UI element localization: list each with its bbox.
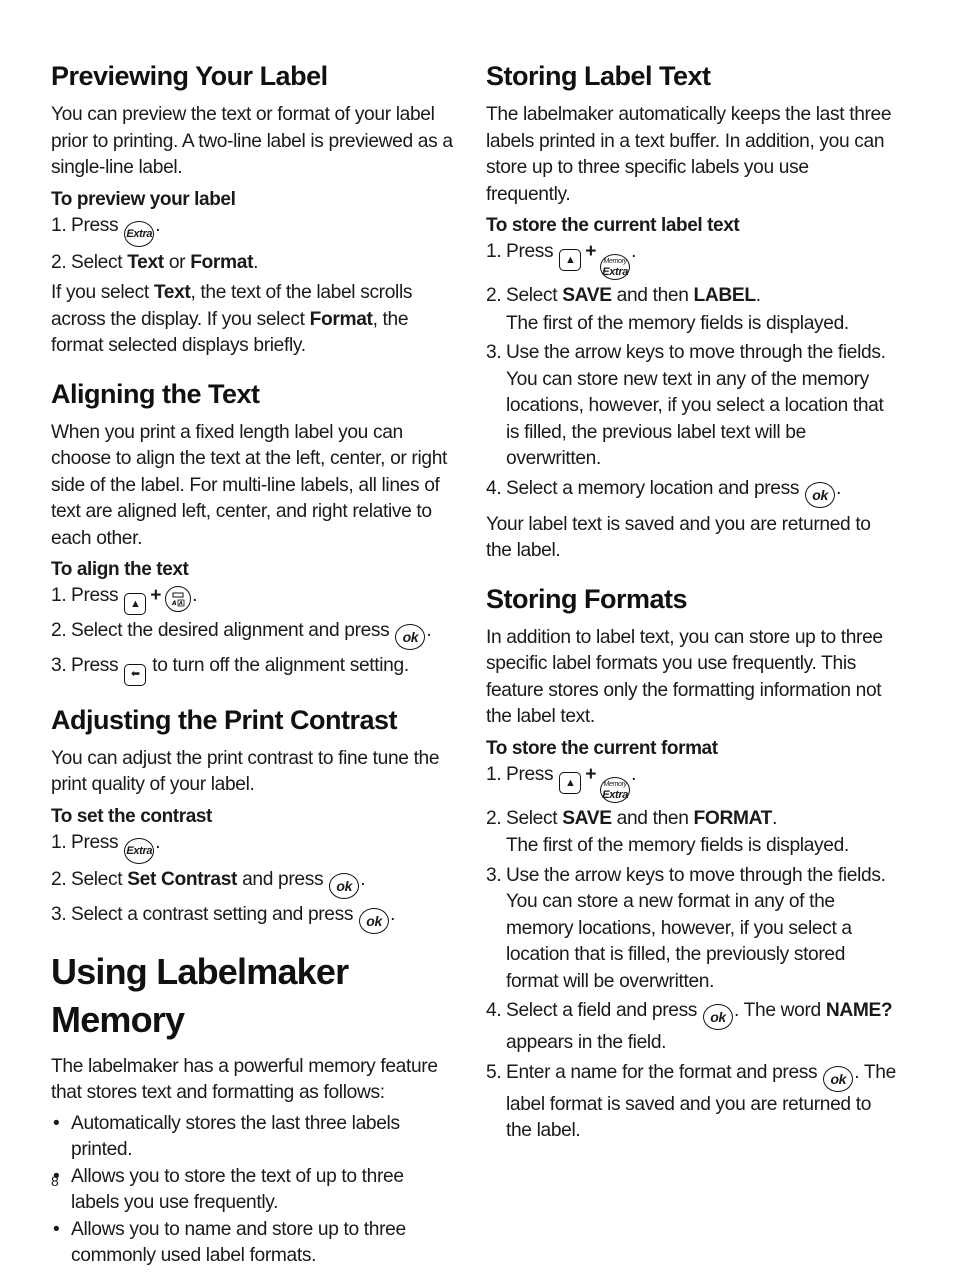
storing-text-intro: The labelmaker automatically keeps the l… — [486, 104, 892, 205]
heading-contrast: Adjusting the Print Contrast — [51, 704, 398, 735]
previewing-subhead: To preview your label — [51, 188, 236, 210]
ok-key-icon: ok — [329, 872, 360, 899]
contrast-steps: 1. Press Extra. 2. Select Set Contrast and… — [51, 830, 456, 934]
step: 4. Select a field and press ok. The word … — [486, 1000, 893, 1053]
memory-extra-key-icon: Memory Extra — [600, 254, 631, 280]
contrast-intro: You can adjust the print contrast to fin… — [51, 747, 440, 796]
step: 5. Enter a name for the format and press … — [486, 1061, 896, 1142]
step: 2. Select Text or Format. — [51, 251, 259, 273]
step: 4. Select a memory location and press ok. — [486, 476, 896, 508]
aligning-steps: 1. Press ▲ + A A. 2. Select the desired align… — [51, 583, 456, 686]
heading-storing-formats: Storing Formats — [486, 583, 688, 614]
previewing-steps: 1. Press Extra. 2. Select Text or Format. — [51, 213, 456, 277]
section-previewing: Previewing Your Label You can preview th… — [51, 56, 456, 360]
previewing-intro: You can preview the text or format of yo… — [51, 104, 453, 178]
step: 2. Select the desired alignment and press… — [51, 618, 456, 651]
page-number: 8 — [51, 1173, 59, 1189]
aligning-intro: When you print a fixed length label you … — [51, 421, 448, 549]
step-note: The first of the memory fields is displa… — [506, 312, 849, 334]
aligning-subhead: To align the text — [51, 559, 189, 580]
step: 3. Use the arrow keys to move through the… — [486, 864, 886, 992]
contrast-subhead: To set the contrast — [51, 805, 212, 827]
extra-key-icon: Extra — [124, 220, 155, 247]
memory-intro: The labelmaker has a powerful memory fea… — [51, 1055, 438, 1104]
up-arrow-key-icon: ▲ — [559, 249, 582, 272]
ok-key-icon: ok — [805, 481, 836, 508]
left-column: Previewing Your Label You can preview th… — [51, 56, 456, 1284]
bullet-item: • Allows you to name and store up to thre… — [53, 1218, 406, 1267]
storing-text-steps: 1. Press ▲ + Memory Extra. 2. Select SAVE and… — [486, 239, 896, 310]
align-key-icon: AA — [165, 586, 192, 612]
bullet-item: • Allows you to store the text of up to t… — [53, 1165, 404, 1214]
svg-text:A: A — [171, 600, 177, 607]
storing-formats-subhead: To store the current format — [486, 737, 718, 759]
ok-key-icon: ok — [703, 1004, 734, 1030]
heading-storing-text: Storing Label Text — [486, 61, 711, 91]
extra-key-icon: Extra — [124, 837, 155, 864]
bullet-item: • Automatically stores the last three lab… — [53, 1112, 400, 1161]
ok-key-icon: ok — [359, 907, 390, 934]
section-storing-formats: Storing Formats In addition to label tex… — [486, 579, 896, 1145]
section-storing-text: Storing Label Text The labelmaker automa… — [486, 56, 896, 565]
step: 1. Press Extra. — [51, 213, 456, 247]
back-arrow-key-icon: ⬅ — [124, 663, 147, 686]
section-memory: Using Labelmaker Memory The labelmaker h… — [51, 948, 456, 1270]
step: 3. Press ⬅ to turn off the alignment sett… — [51, 653, 456, 686]
up-arrow-key-icon: ▲ — [124, 593, 147, 616]
ok-key-icon: ok — [395, 624, 426, 651]
step: 3. Select a contrast setting and press ok… — [51, 902, 456, 934]
step-note: The first of the memory fields is displa… — [506, 835, 849, 856]
heading-aligning: Aligning the Text — [51, 378, 260, 409]
right-column: Storing Label Text The labelmaker automa… — [486, 56, 896, 1159]
step: 1. Press ▲ + Memory Extra. — [486, 763, 637, 803]
storing-formats-intro: In addition to label text, you can store… — [486, 626, 883, 728]
heading-previewing: Previewing Your Label — [51, 61, 328, 91]
heading-memory: Using Labelmaker Memory — [51, 950, 349, 1040]
up-arrow-key-icon: ▲ — [559, 771, 582, 794]
storing-text-subhead: To store the current label text — [486, 215, 740, 236]
memory-extra-key-icon: Memory Extra — [600, 776, 631, 803]
storing-formats-steps: 1. Press ▲ + Memory Extra. 2. Select SAVE and… — [486, 762, 896, 833]
storing-text-outro: Your label text is saved and you are ret… — [486, 513, 871, 562]
previewing-note: If you select Text, the text of the labe… — [51, 282, 413, 356]
svg-text:A: A — [178, 601, 183, 607]
step: 2. Select SAVE and then LABEL. — [486, 285, 761, 306]
section-aligning: Aligning the Text When you print a fixed… — [51, 374, 456, 686]
step: 1. Press ▲ + A A. — [51, 583, 456, 616]
step: 2. Select SAVE and then FORMAT. — [486, 807, 778, 829]
memory-bullets: • Automatically stores the last three lab… — [51, 1111, 456, 1270]
step: 2. Select Set Contrast and press ok. — [51, 867, 456, 899]
step: 3. Use the arrow keys to move through the… — [486, 342, 886, 469]
step: 1. Press Extra. — [51, 830, 456, 864]
step: 1. Press ▲ + Memory Extra. — [486, 241, 637, 280]
section-contrast: Adjusting the Print Contrast You can adj… — [51, 700, 456, 934]
ok-key-icon: ok — [823, 1065, 854, 1092]
